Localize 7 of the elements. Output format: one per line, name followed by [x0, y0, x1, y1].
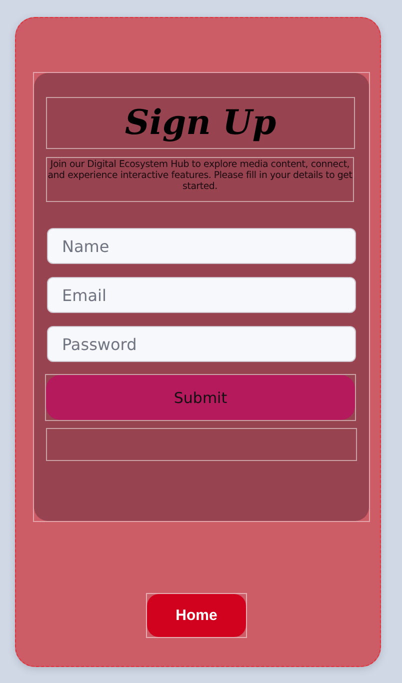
- form-title: Sign Up: [46, 97, 355, 149]
- password-field[interactable]: Password: [47, 326, 356, 362]
- name-field[interactable]: Name: [47, 228, 356, 264]
- email-field[interactable]: Email: [47, 277, 356, 313]
- home-button[interactable]: Home: [147, 594, 246, 637]
- submit-button[interactable]: Submit: [46, 375, 355, 420]
- form-description: Join our Digital Ecosystem Hub to explore media content, connect, and experience interactive features. Please fill in your details to get started.: [46, 157, 354, 202]
